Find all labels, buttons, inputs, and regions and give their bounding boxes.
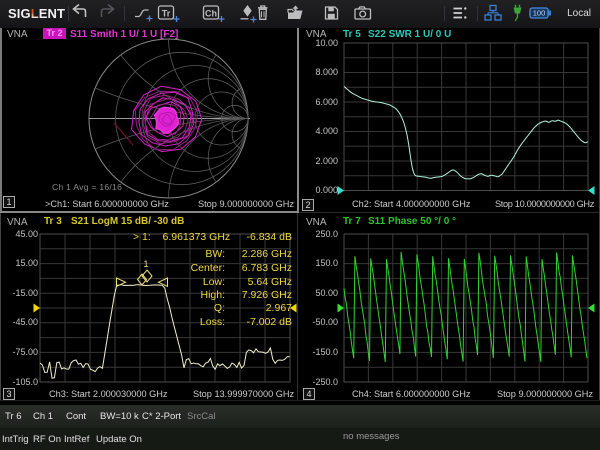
- svg-text:1: 1: [144, 259, 149, 269]
